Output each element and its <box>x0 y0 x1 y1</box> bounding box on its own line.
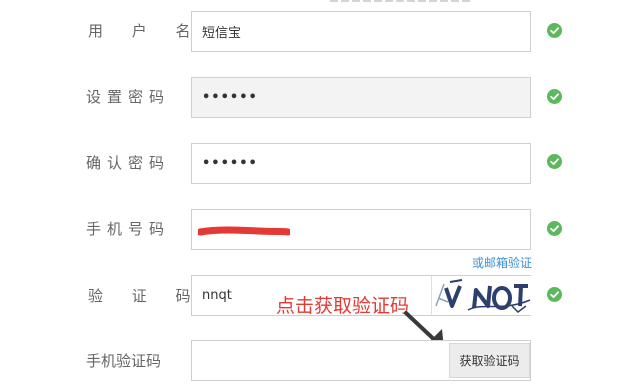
captcha-label: 验 证 码 <box>88 287 203 305</box>
check-circle-icon <box>547 23 562 38</box>
password-input[interactable]: •••••• <box>191 77 531 118</box>
confirm-password-input[interactable]: •••••• <box>191 143 531 184</box>
registration-form: 用 户 名 短信宝 设置密码 •••••• 确认密码 •••••• 手机号码 或… <box>0 0 626 387</box>
username-input[interactable]: 短信宝 <box>191 11 531 52</box>
cropped-header-text <box>330 0 470 2</box>
redaction-scribble <box>198 226 290 236</box>
check-circle-icon <box>547 89 562 104</box>
captcha-value: nnqt <box>202 288 232 303</box>
email-verify-link[interactable]: 或邮箱验证 <box>472 254 532 271</box>
check-circle-icon <box>547 287 562 302</box>
sms-code-label: 手机验证码 <box>86 352 162 370</box>
check-circle-icon <box>547 154 562 169</box>
password-value: •••••• <box>202 90 258 105</box>
check-circle-icon <box>547 221 562 236</box>
get-sms-code-button[interactable]: 获取验证码 <box>449 343 530 378</box>
confirm-password-value: •••••• <box>202 156 258 171</box>
username-value: 短信宝 <box>202 26 242 41</box>
username-label: 用 户 名 <box>88 22 203 40</box>
phone-label: 手机号码 <box>86 220 171 238</box>
password-label: 设置密码 <box>86 88 171 106</box>
confirm-password-label: 确认密码 <box>86 154 171 172</box>
annotation-text: 点击获取验证码 <box>276 295 410 317</box>
